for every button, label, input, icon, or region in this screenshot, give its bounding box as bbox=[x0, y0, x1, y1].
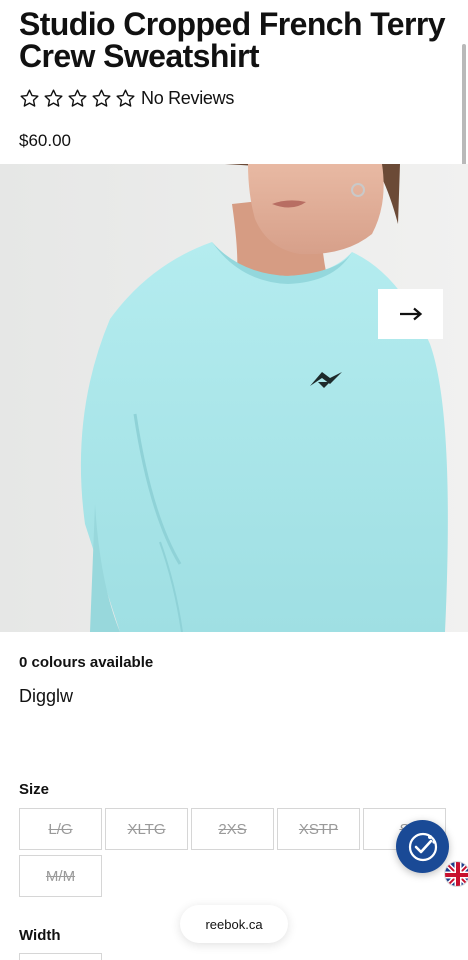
size-option[interactable]: XLTG bbox=[105, 808, 188, 850]
size-option[interactable]: 2XS bbox=[191, 808, 274, 850]
size-label: Size bbox=[19, 781, 50, 798]
size-option[interactable]: XSTP bbox=[277, 808, 360, 850]
rating-row[interactable]: No Reviews bbox=[19, 86, 234, 110]
width-label: Width bbox=[19, 927, 61, 944]
product-price: $60.00 bbox=[19, 131, 71, 150]
star-icon bbox=[44, 88, 63, 107]
arrow-right-icon bbox=[399, 307, 422, 321]
product-image bbox=[0, 164, 468, 632]
star-icon bbox=[92, 88, 111, 107]
star-icon bbox=[68, 88, 87, 107]
colours-available-label: 0 colours available bbox=[19, 654, 154, 671]
width-option[interactable] bbox=[19, 953, 102, 960]
accessibility-checkmark-icon[interactable] bbox=[396, 820, 449, 873]
browser-url-pill[interactable]: reebok.ca bbox=[180, 905, 288, 943]
product-image-gallery[interactable] bbox=[0, 164, 468, 632]
uk-flag-icon[interactable] bbox=[444, 861, 468, 887]
size-option[interactable]: L/G bbox=[19, 808, 102, 850]
star-icon bbox=[20, 88, 39, 107]
selected-colour-name: Digglw bbox=[19, 686, 74, 706]
star-icon bbox=[116, 88, 135, 107]
product-title: Studio Cropped French Terry Crew Sweatsh… bbox=[19, 6, 446, 74]
size-option[interactable]: M/M bbox=[19, 855, 102, 897]
reviews-link[interactable]: No Reviews bbox=[141, 88, 234, 109]
accessibility-icon bbox=[408, 832, 437, 861]
next-image-button[interactable] bbox=[378, 289, 443, 339]
